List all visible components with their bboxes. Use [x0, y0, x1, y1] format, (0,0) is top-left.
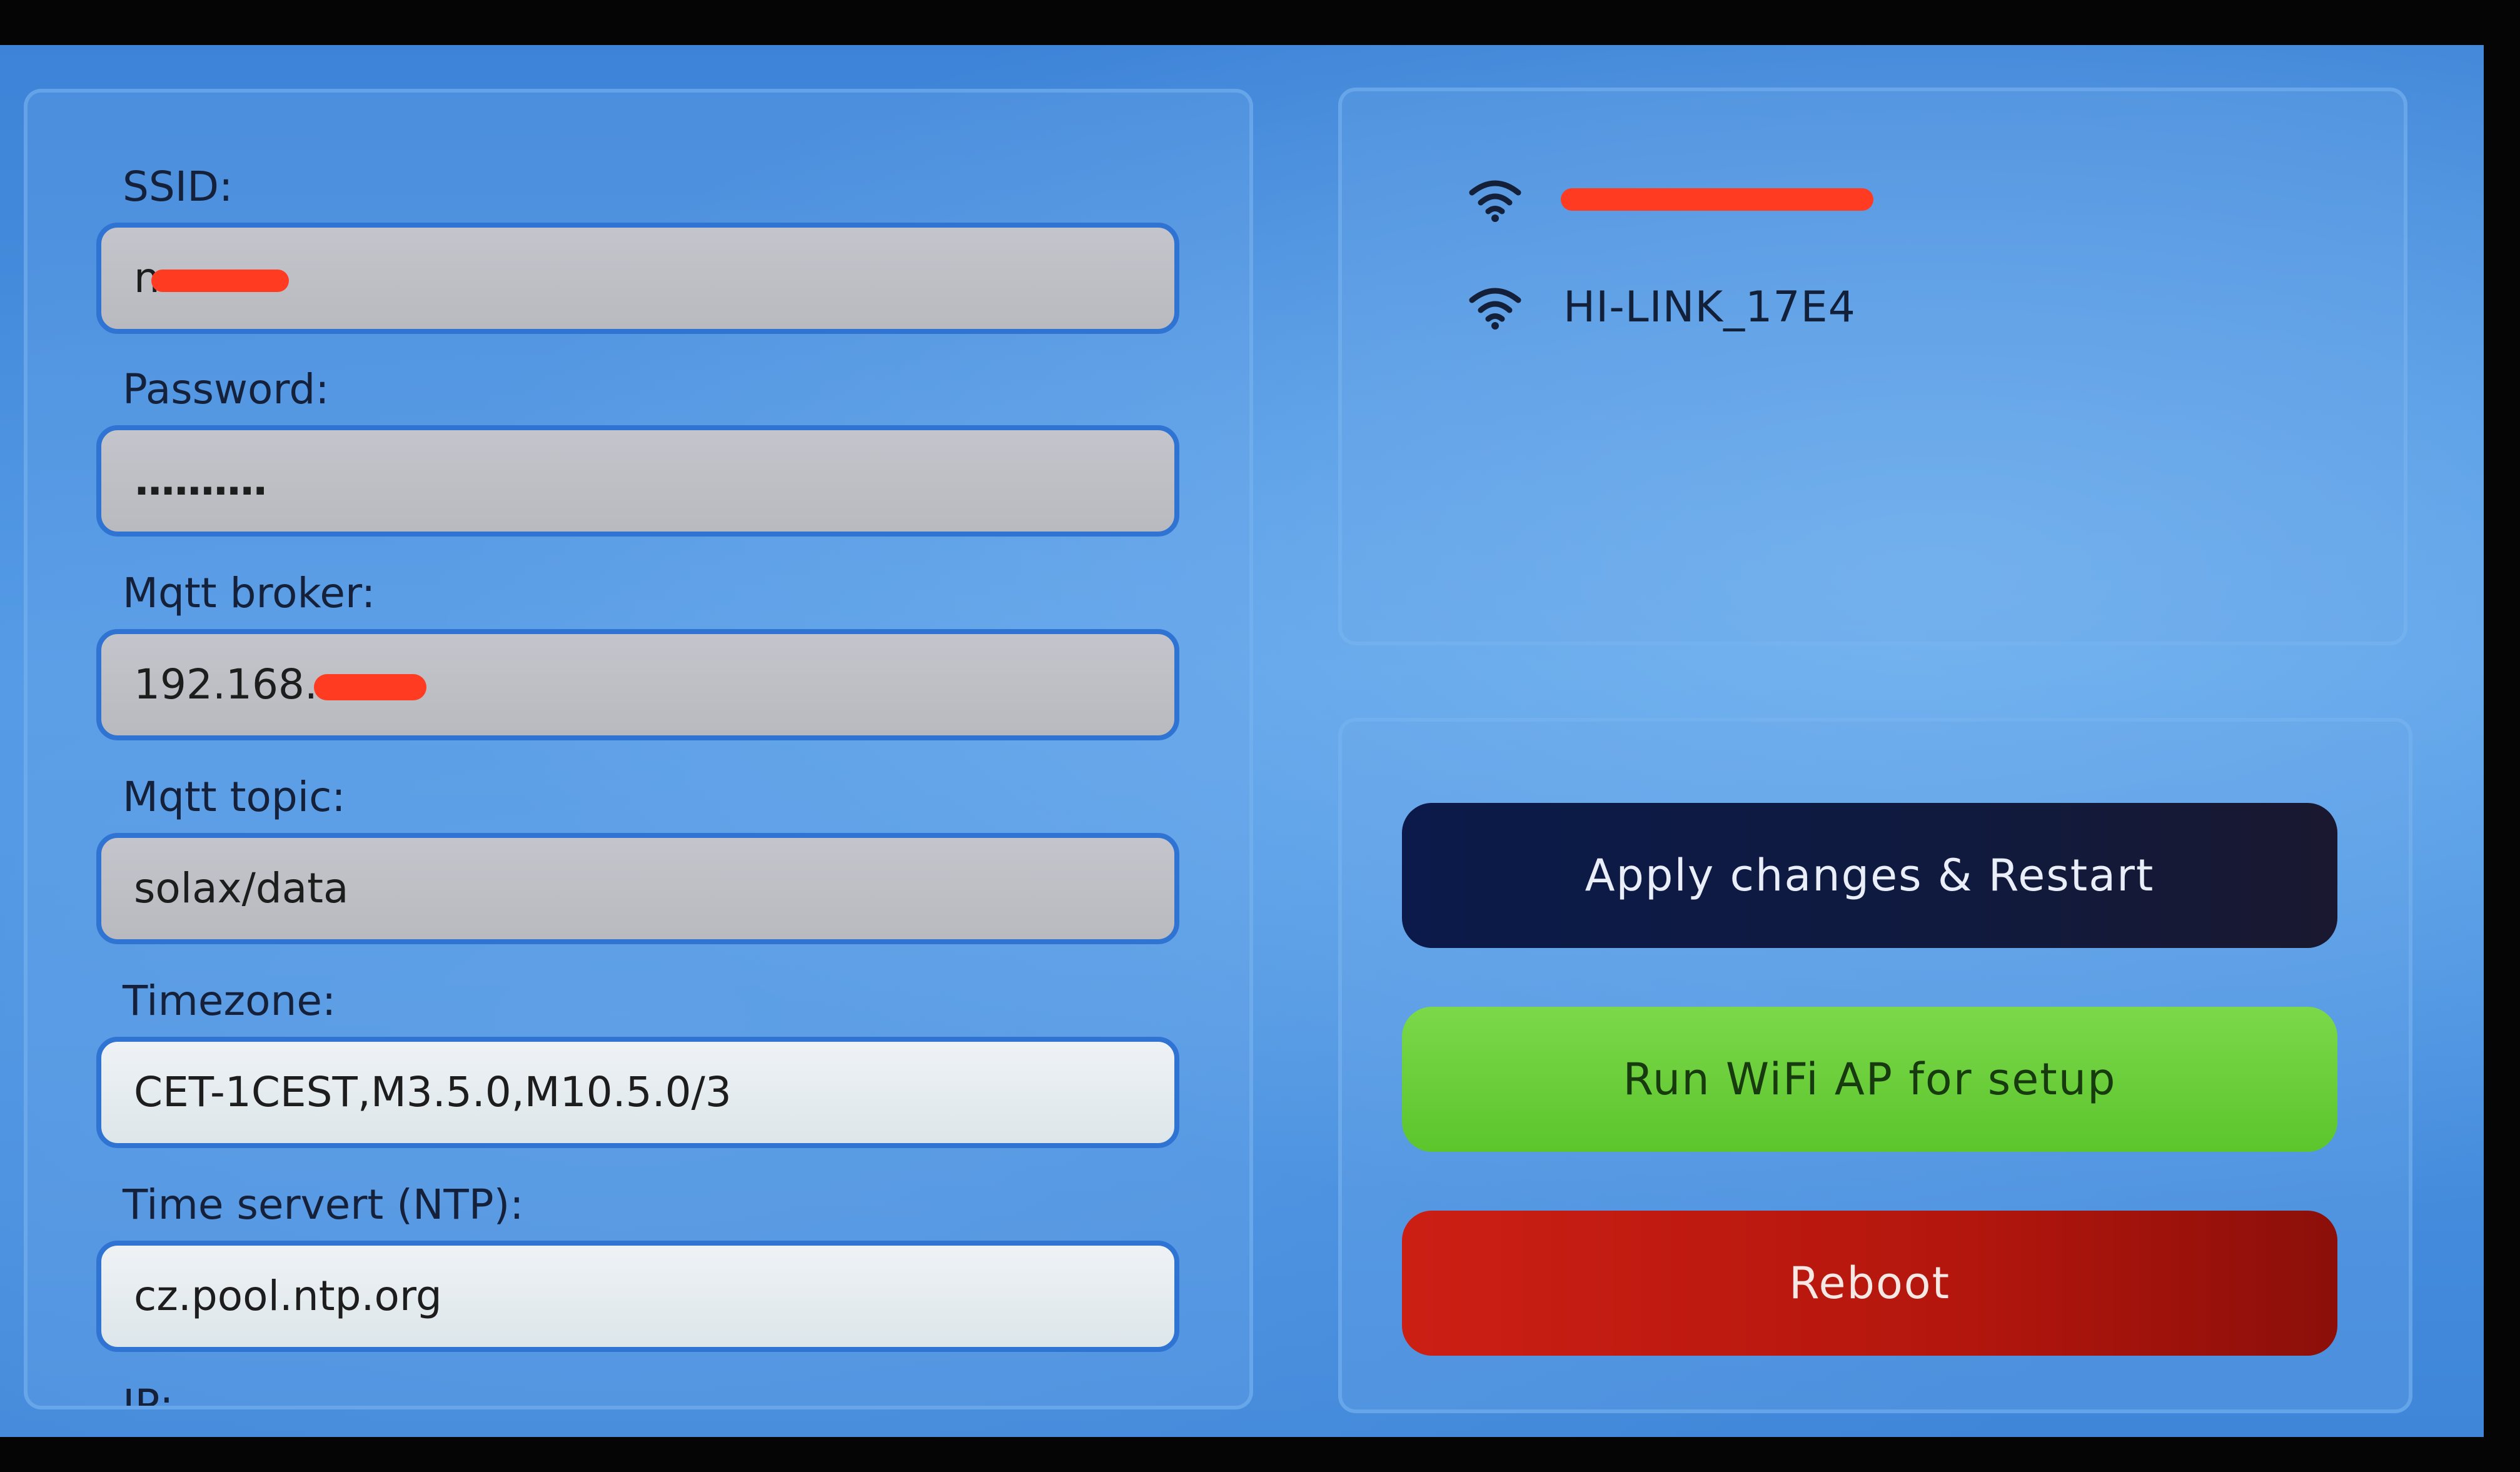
network-item[interactable]: [1467, 171, 1873, 228]
mqtt-topic-value: solax/data: [134, 864, 349, 912]
mqtt-topic-label: Mqtt topic:: [123, 773, 346, 821]
wifi-network-list: HI-LINK_17E4: [1338, 88, 2407, 645]
redaction-mark: [151, 269, 289, 292]
timezone-value: CET-1CEST,M3.5.0,M10.5.0/3: [134, 1068, 732, 1116]
mqtt-broker-label: Mqtt broker:: [123, 569, 376, 617]
ntp-label: Time servert (NTP):: [123, 1181, 524, 1229]
ssid-label: SSID:: [123, 163, 233, 211]
redaction-mark: [1561, 188, 1873, 211]
password-value: ..........: [134, 456, 268, 505]
mqtt-topic-input[interactable]: solax/data: [96, 833, 1179, 944]
run-wifi-ap-button[interactable]: Run WiFi AP for setup: [1402, 1007, 2337, 1152]
ntp-value: cz.pool.ntp.org: [134, 1272, 442, 1320]
wifi-icon: [1469, 288, 1521, 330]
reboot-button[interactable]: Reboot: [1402, 1211, 2337, 1356]
network-ssid: HI-LINK_17E4: [1563, 282, 1856, 332]
network-item[interactable]: HI-LINK_17E4: [1467, 279, 1856, 335]
redaction-mark: [313, 673, 426, 700]
mqtt-broker-value: 192.168.: [134, 660, 318, 708]
ssid-input[interactable]: n: [96, 223, 1179, 334]
timezone-input[interactable]: CET-1CEST,M3.5.0,M10.5.0/3: [96, 1037, 1179, 1148]
mqtt-broker-input[interactable]: 192.168.: [96, 629, 1179, 740]
ntp-input[interactable]: cz.pool.ntp.org: [96, 1241, 1179, 1352]
actions-panel: Apply changes & Restart Run WiFi AP for …: [1338, 718, 2412, 1413]
config-screen: SSID: n Password: .......... Mqtt broker…: [0, 45, 2484, 1437]
timezone-label: Timezone:: [123, 977, 336, 1025]
apply-restart-button[interactable]: Apply changes & Restart: [1402, 803, 2337, 948]
wifi-icon: [1469, 180, 1521, 222]
password-label: Password:: [123, 365, 330, 413]
ip-label: IP:: [123, 1381, 174, 1409]
password-input[interactable]: ..........: [96, 425, 1179, 537]
settings-form-panel[interactable]: SSID: n Password: .......... Mqtt broker…: [24, 89, 1253, 1409]
